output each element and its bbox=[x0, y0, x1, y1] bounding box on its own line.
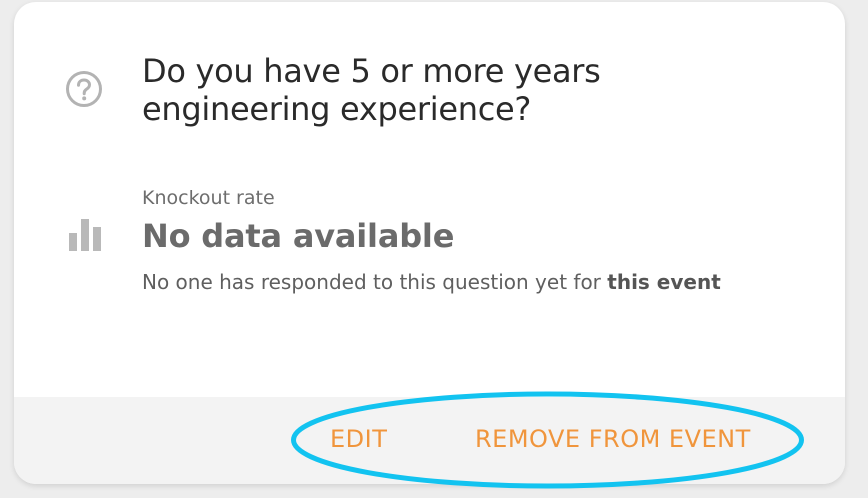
question-line-2: engineering experience? bbox=[142, 90, 532, 128]
question-card: Do you have 5 or more years engineering … bbox=[14, 2, 845, 484]
card-actions: EDIT REMOVE FROM EVENT bbox=[14, 397, 845, 484]
question-line-1: Do you have 5 or more years bbox=[142, 52, 601, 90]
bar-chart-icon bbox=[69, 219, 101, 251]
note-text: No one has responded to this question ye… bbox=[142, 270, 608, 294]
knockout-rate-label: Knockout rate bbox=[142, 187, 275, 209]
question-text: Do you have 5 or more years engineering … bbox=[142, 52, 762, 128]
knockout-rate-note: No one has responded to this question ye… bbox=[142, 270, 721, 294]
edit-button[interactable]: EDIT bbox=[330, 425, 387, 453]
help-circle-icon bbox=[66, 71, 102, 107]
note-emphasis: this event bbox=[607, 270, 721, 294]
remove-from-event-button[interactable]: REMOVE FROM EVENT bbox=[475, 425, 751, 453]
knockout-rate-value: No data available bbox=[142, 217, 455, 255]
